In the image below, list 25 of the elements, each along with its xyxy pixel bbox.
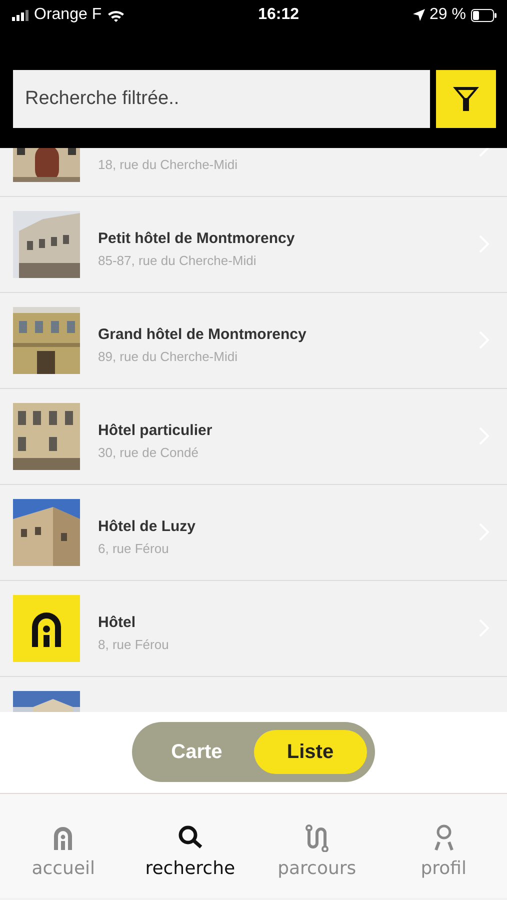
clock: 16:12: [258, 6, 300, 24]
funnel-icon: [451, 84, 481, 114]
battery-percent: 29 %: [430, 6, 466, 24]
place-address: 8, rue Férou: [98, 636, 170, 652]
search-field[interactable]: Recherche filtrée..: [13, 70, 430, 128]
place-address: 85-87, rue du Cherche-Midi: [98, 252, 258, 268]
location-arrow-icon: [412, 9, 425, 21]
place-address: 18, rue du Cherche-Midi: [98, 156, 238, 172]
tab-bar-item[interactable]: recherche: [126, 794, 254, 898]
signal-icon: [12, 10, 29, 20]
filter-button[interactable]: [436, 70, 496, 128]
place-address: 30, rue de Condé: [98, 444, 200, 460]
carrier-name: Orange F: [34, 6, 102, 24]
place-name: Grand hôtel de Montmorency: [98, 326, 308, 342]
place-name: Hôtel: [98, 614, 136, 630]
place-name: Petit hôtel de Montmorency: [98, 230, 296, 246]
route-icon: [302, 824, 331, 852]
place-name: Hôtel de Luzy: [98, 518, 197, 534]
place-address: 6, rue Férou: [98, 540, 170, 556]
battery-icon: [470, 8, 497, 22]
place-address: 89, rue du Cherche-Midi: [98, 348, 238, 364]
wifi-icon: [106, 8, 125, 22]
place-name: Hôtel particulier: [98, 422, 214, 438]
logo-icon: [13, 595, 80, 662]
view-toggle-option[interactable]: Liste: [254, 730, 367, 774]
